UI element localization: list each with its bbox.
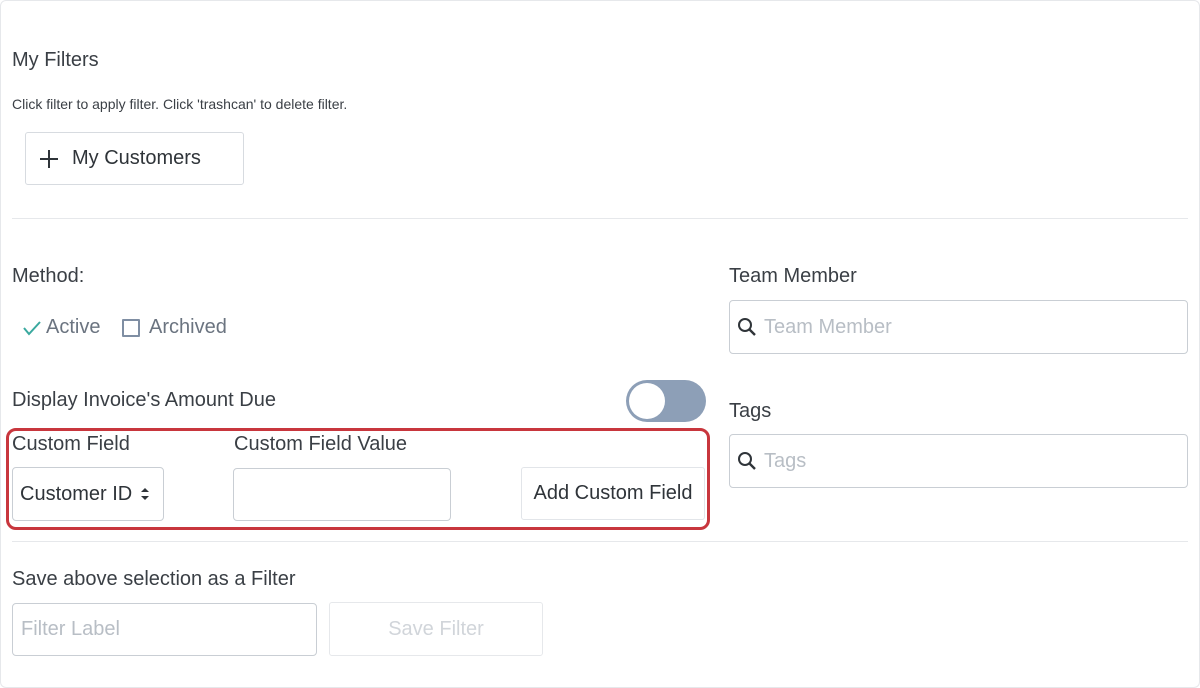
add-custom-field-button[interactable]: Add Custom Field xyxy=(521,467,705,520)
tags-label: Tags xyxy=(729,400,772,422)
method-archived-option[interactable]: Archived xyxy=(122,316,227,339)
plus-icon xyxy=(38,148,60,170)
active-label: Active xyxy=(46,316,101,338)
method-active-option[interactable]: Active xyxy=(22,316,100,339)
save-filter-label: Save above selection as a Filter xyxy=(12,568,296,590)
custom-field-select[interactable]: Customer ID xyxy=(12,467,164,521)
tags-input[interactable] xyxy=(762,435,1179,487)
filters-hint: Click filter to apply filter. Click 'tra… xyxy=(12,96,348,112)
checkbox-icon xyxy=(122,318,140,337)
search-icon xyxy=(737,317,757,337)
tags-search[interactable] xyxy=(729,434,1188,488)
toggle-knob xyxy=(629,383,665,419)
my-customers-label: My Customers xyxy=(72,147,201,169)
custom-field-value-label: Custom Field Value xyxy=(234,433,408,455)
team-member-search[interactable] xyxy=(729,300,1188,354)
filter-label-input[interactable] xyxy=(12,603,317,656)
custom-field-label: Custom Field xyxy=(12,433,130,455)
team-member-label: Team Member xyxy=(729,265,857,287)
check-icon xyxy=(22,318,42,338)
archived-label: Archived xyxy=(149,316,227,338)
team-member-input[interactable] xyxy=(762,301,1179,353)
custom-field-value-input[interactable] xyxy=(233,468,451,521)
divider xyxy=(12,541,1188,542)
amount-due-toggle[interactable] xyxy=(626,380,706,422)
divider xyxy=(12,218,1188,219)
search-icon xyxy=(737,451,757,471)
updown-arrows-icon xyxy=(139,485,151,503)
custom-field-selected-value: Customer ID xyxy=(20,482,133,505)
save-filter-button[interactable]: Save Filter xyxy=(329,602,543,656)
amount-due-label: Display Invoice's Amount Due xyxy=(12,389,276,411)
my-filters-heading: My Filters xyxy=(12,49,99,71)
method-label: Method: xyxy=(12,265,85,287)
my-customers-filter-button[interactable]: My Customers xyxy=(25,132,244,185)
